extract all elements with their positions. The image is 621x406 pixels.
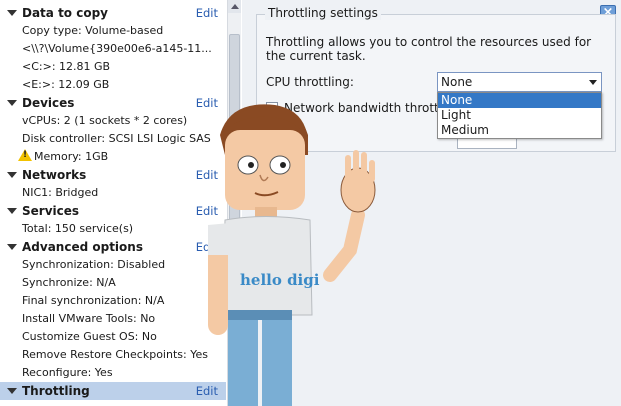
section-title: Devices (22, 96, 75, 110)
summary-row-text: Memory: 1GB (34, 150, 109, 163)
edit-link[interactable]: Edit (196, 4, 218, 22)
section-title: Data to copy (22, 6, 108, 20)
section-advanced-options[interactable]: Advanced options Edit (0, 238, 226, 256)
collapse-arrow-icon[interactable] (7, 388, 17, 394)
summary-row: Synchronization: Disabled (22, 258, 166, 271)
summary-row-memory: Memory: 1GB (0, 148, 226, 166)
summary-row: Reconfigure: Yes (22, 366, 113, 379)
chevron-down-icon[interactable] (589, 80, 597, 85)
section-title: Advanced options (22, 240, 143, 254)
summary-row: <\\?\Volume{390e00e6-a145-11... (22, 42, 212, 55)
collapse-arrow-icon[interactable] (7, 172, 17, 178)
section-devices[interactable]: Devices Edit (0, 94, 226, 112)
summary-row: Customize Guest OS: No (22, 330, 157, 343)
option-medium[interactable]: Medium (438, 123, 601, 138)
mascot-shirt-text: hello digi (240, 271, 320, 289)
summary-row: <E:>: 12.09 GB (22, 78, 110, 91)
collapse-arrow-icon[interactable] (7, 10, 17, 16)
section-title: Throttling (22, 384, 90, 398)
summary-row: NIC1: Bridged (22, 186, 99, 199)
section-title: Services (22, 204, 80, 218)
group-title: Throttling settings (265, 6, 381, 20)
collapse-arrow-icon[interactable] (7, 244, 17, 250)
summary-row: vCPUs: 2 (1 sockets * 2 cores) (22, 114, 188, 127)
summary-row: Copy type: Volume-based (22, 24, 164, 37)
summary-row: Synchronize: N/A (22, 276, 116, 289)
summary-row: Remove Restore Checkpoints: Yes (22, 348, 208, 361)
section-data-to-copy[interactable]: Data to copy Edit (0, 4, 226, 22)
section-title: Networks (22, 168, 87, 182)
option-light[interactable]: Light (438, 108, 601, 123)
select-value: None (441, 75, 473, 89)
waving-hand-icon (340, 150, 376, 213)
summary-list: Data to copy Edit Copy type: Volume-base… (0, 4, 226, 400)
mascot-illustration: hello digi (208, 104, 376, 406)
scroll-up-icon[interactable] (228, 0, 241, 13)
warning-icon (18, 149, 32, 161)
option-none[interactable]: None (438, 93, 601, 108)
cpu-throttling-select[interactable]: None (437, 72, 602, 92)
cpu-throttling-options: None Light Medium (437, 92, 602, 139)
summary-row: Final synchronization: N/A (22, 294, 165, 307)
throttling-description: Throttling allows you to control the res… (266, 35, 592, 63)
summary-row: Disk controller: SCSI LSI Logic SAS (22, 132, 211, 145)
cpu-throttling-label: CPU throttling: (266, 75, 354, 89)
section-services[interactable]: Services Edit (0, 202, 226, 220)
summary-row: <C:>: 12.81 GB (22, 60, 111, 73)
section-networks[interactable]: Networks Edit (0, 166, 226, 184)
collapse-arrow-icon[interactable] (7, 100, 17, 106)
summary-row: Total: 150 service(s) (22, 222, 134, 235)
summary-row: Install VMware Tools: No (22, 312, 156, 325)
collapse-arrow-icon[interactable] (7, 208, 17, 214)
section-throttling[interactable]: Throttling Edit (0, 382, 226, 400)
